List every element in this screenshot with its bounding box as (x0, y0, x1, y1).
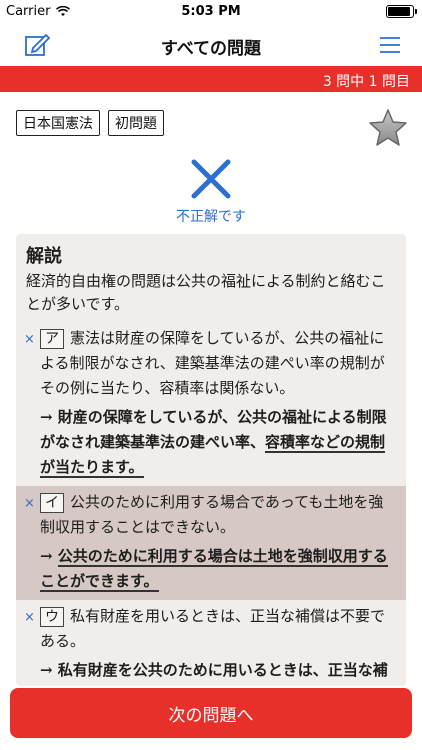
choice-i: × イ公共のために利用する場合であっても土地を強制収用することはできない。 → … (16, 486, 406, 600)
battery-icon (386, 5, 417, 18)
next-question-button[interactable]: 次の問題へ (10, 688, 412, 738)
choice-statement-text: 公共のために利用する場合であっても土地を強制収用することはできない。 (40, 493, 384, 536)
choice-label: イ (40, 493, 64, 513)
incorrect-x-icon (191, 159, 231, 199)
menu-icon[interactable] (380, 36, 400, 54)
choice-answer: → 財産の保障をしているが、公共の福祉による制限がなされ建築基準法の建ぺい率、容… (40, 405, 396, 480)
page-title: すべての問題 (160, 39, 262, 59)
battery-fill (388, 7, 410, 16)
tag-category: 日本国憲法 (16, 110, 100, 136)
choice-answer: → 公共のために利用する場合は土地を強制収用することができます。 (40, 544, 396, 594)
choice-label: ウ (40, 607, 64, 627)
choice-u: × ウ私有財産を用いるときは、正当な補償は不要である。 → 私有財産を公共のため… (16, 600, 406, 686)
tag-list: 日本国憲法 初問題 (16, 110, 164, 136)
choice-statement-text: 憲法は財産の保障をしているが、公共の福祉による制限がなされ、建築基準法の建ぺい率… (40, 329, 385, 397)
explanation-intro: 経済的自由権の問題は公共の福祉による制約と絡むことが多いです。 (26, 272, 386, 313)
status-time: 5:03 PM (181, 4, 241, 19)
choice-label: ア (40, 329, 64, 349)
question-counter: 3 問中 1 問目 (322, 74, 410, 90)
answer-text: → (40, 547, 58, 565)
incorrect-mark: × (24, 332, 35, 347)
tag-status: 初問題 (108, 110, 164, 136)
choice-statement: ウ私有財産を用いるときは、正当な補償は不要である。 (40, 604, 396, 654)
question-progress-bar: 3 問中 1 問目 (0, 66, 422, 92)
choice-answer: → 私有財産を公共のために用いるときは、正当な補償が必要です。 (40, 658, 396, 686)
incorrect-mark: × (24, 496, 35, 511)
result-label: 不正解です (176, 209, 246, 225)
choice-statement-text: 私有財産を用いるときは、正当な補償は不要である。 (40, 607, 386, 650)
explanation-heading: 解説 (26, 246, 62, 267)
answer-underlined-text: 公共のために利用する場合は土地を強制収用することができます。 (40, 547, 388, 592)
choice-statement: イ公共のために利用する場合であっても土地を強制収用することはできない。 (40, 490, 396, 540)
status-bar: Carrier 5:03 PM (0, 0, 422, 22)
explanation-panel[interactable]: 解説 経済的自由権の問題は公共の福祉による制約と絡むことが多いです。 × ア憲法… (16, 234, 406, 686)
favorite-star-icon[interactable] (368, 108, 408, 148)
choice-statement: ア憲法は財産の保障をしているが、公共の福祉による制限がなされ、建築基準法の建ぺい… (40, 326, 396, 401)
choice-a: × ア憲法は財産の保障をしているが、公共の福祉による制限がなされ、建築基準法の建… (16, 322, 406, 486)
incorrect-mark: × (24, 610, 35, 625)
navigation-bar: すべての問題 (0, 22, 422, 66)
answer-text: → 私有財産を公共のために用いるときは、正当な補償が必要です。 (40, 661, 388, 679)
